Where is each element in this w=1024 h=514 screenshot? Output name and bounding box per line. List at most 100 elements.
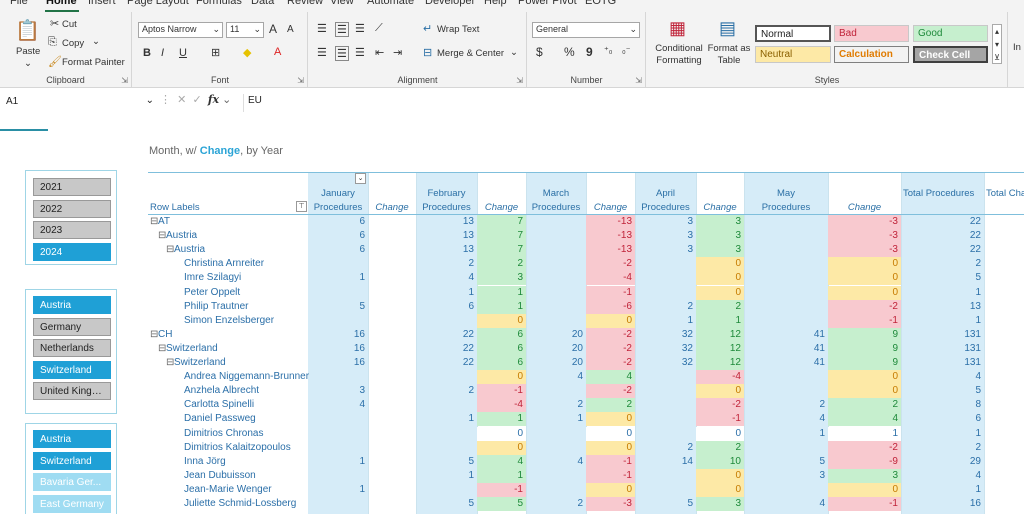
value-cell[interactable]: 5 [901, 384, 984, 398]
value-cell[interactable] [526, 215, 586, 229]
number-format-select[interactable]: General ⌄ [532, 22, 640, 38]
value-cell[interactable] [368, 356, 416, 370]
value-cell[interactable] [635, 469, 696, 483]
align-bottom-icon[interactable]: ☰ [355, 22, 365, 35]
copy-button[interactable]: Copy [62, 38, 84, 49]
value-cell[interactable] [744, 286, 828, 300]
slicer-item-2023[interactable]: 2023 [33, 221, 111, 239]
value-cell[interactable] [368, 271, 416, 285]
value-cell[interactable] [744, 215, 828, 229]
percent-button[interactable]: % [564, 45, 575, 59]
value-cell[interactable] [744, 314, 828, 328]
value-cell[interactable]: 0 [477, 426, 526, 441]
row-label[interactable]: Austria [166, 229, 197, 243]
menu-tab-developer[interactable]: Developer [425, 0, 475, 7]
value-cell[interactable]: 32 [635, 356, 696, 370]
value-cell[interactable]: 2 [696, 299, 744, 314]
value-cell[interactable] [416, 398, 477, 412]
value-cell[interactable]: -2 [828, 299, 901, 314]
value-cell[interactable]: 4 [308, 398, 368, 412]
table-row[interactable]: Dimitrios Kalaitzopoulos 0 0 2 2 -2 2 [148, 440, 1024, 455]
value-cell[interactable]: -3 [828, 243, 901, 258]
value-cell[interactable]: 9 [828, 356, 901, 370]
value-cell[interactable] [308, 427, 368, 441]
value-cell[interactable]: 4 [416, 271, 477, 285]
table-row[interactable]: ⊟ AT 6 13 7 -13 3 3 -3 22 [148, 215, 1024, 229]
style-check-cell[interactable]: Check Cell [913, 46, 988, 63]
value-cell[interactable]: -2 [586, 327, 635, 342]
slicer-item-united-kingd-[interactable]: United Kingd... [33, 382, 111, 400]
value-cell[interactable]: 1 [477, 412, 526, 427]
value-cell[interactable]: -2 [586, 356, 635, 370]
value-cell[interactable]: 0 [586, 313, 635, 328]
table-row[interactable]: Imre Szilagyi 1 4 3 -4 0 0 5 [148, 271, 1024, 286]
column-header[interactable]: Change [368, 201, 416, 214]
value-cell[interactable]: 1 [901, 314, 984, 328]
value-cell[interactable]: 3 [696, 215, 744, 229]
merge-dropdown-icon[interactable]: ⌄ [510, 47, 518, 58]
column-header[interactable]: Procedures [308, 201, 368, 214]
value-cell[interactable] [526, 243, 586, 257]
value-cell[interactable]: -3 [586, 497, 635, 511]
comma-button[interactable]: 9 [586, 45, 593, 59]
value-cell[interactable]: 20 [526, 356, 586, 370]
value-cell[interactable]: 3 [696, 229, 744, 244]
row-labels-header[interactable]: Row Labels [150, 201, 200, 215]
value-cell[interactable] [635, 427, 696, 441]
font-size-select[interactable]: 11 ⌄ [226, 22, 264, 38]
value-cell[interactable]: 8 [901, 398, 984, 412]
value-cell[interactable] [526, 427, 586, 441]
align-right-icon[interactable]: ☰ [355, 46, 365, 59]
value-cell[interactable]: -1 [586, 468, 635, 483]
value-cell[interactable]: 0 [477, 313, 526, 328]
menu-tab-automate[interactable]: Automate [367, 0, 414, 7]
value-cell[interactable]: -1 [586, 454, 635, 469]
value-cell[interactable]: 0 [586, 412, 635, 427]
pivot-table[interactable]: ⌄ January Procedures Change February Procedur… [148, 172, 1024, 514]
table-row[interactable]: Jean Dubuisson 1 1 -1 0 3 3 4 [148, 468, 1024, 483]
menu-tab-file[interactable]: File [10, 0, 28, 7]
table-row[interactable]: Daniel Passweg 1 1 1 0 -1 4 4 6 [148, 412, 1024, 427]
style-good[interactable]: Good [913, 25, 988, 42]
value-cell[interactable]: 0 [696, 285, 744, 300]
value-cell[interactable]: 1 [308, 455, 368, 469]
value-cell[interactable]: 3 [696, 497, 744, 511]
value-cell[interactable]: 7 [477, 215, 526, 229]
value-cell[interactable] [368, 300, 416, 314]
value-cell[interactable]: 12 [696, 356, 744, 370]
value-cell[interactable]: 41 [744, 356, 828, 370]
row-label[interactable]: Peter Oppelt [184, 286, 240, 300]
grow-font-button[interactable]: A [269, 22, 277, 36]
value-cell[interactable]: 20 [526, 328, 586, 342]
value-cell[interactable]: 3 [635, 215, 696, 229]
font-launcher-icon[interactable]: ⇲ [297, 76, 304, 85]
decrease-decimal-icon[interactable]: ₀⁻ [622, 45, 631, 56]
value-cell[interactable]: 4 [828, 412, 901, 427]
borders-icon[interactable]: ⊞ [211, 46, 220, 59]
value-cell[interactable]: 2 [635, 300, 696, 314]
value-cell[interactable]: 5 [744, 455, 828, 469]
column-header[interactable]: Procedures [416, 201, 477, 214]
value-cell[interactable]: 13 [416, 229, 477, 243]
value-cell[interactable]: 2 [901, 441, 984, 455]
value-cell[interactable]: 2 [416, 384, 477, 398]
value-cell[interactable] [416, 483, 477, 497]
value-cell[interactable] [308, 469, 368, 483]
value-cell[interactable]: 4 [526, 455, 586, 469]
value-cell[interactable]: -4 [586, 271, 635, 286]
value-cell[interactable]: 1 [635, 314, 696, 328]
value-cell[interactable]: 2 [635, 441, 696, 455]
value-cell[interactable]: -2 [586, 341, 635, 356]
table-row[interactable]: Dimitrios Chronas 0 0 0 1 1 1 [148, 426, 1024, 441]
value-cell[interactable]: 3 [635, 243, 696, 257]
value-cell[interactable]: 12 [696, 327, 744, 342]
paste-dropdown-icon[interactable]: ⌄ [24, 58, 32, 69]
column-header[interactable]: Procedures [635, 201, 696, 214]
copy-dropdown-icon[interactable]: ⌄ [92, 36, 100, 47]
row-label[interactable]: Philip Trautner [184, 300, 248, 314]
value-cell[interactable]: -2 [828, 440, 901, 455]
value-cell[interactable]: 41 [744, 342, 828, 356]
increase-decimal-icon[interactable]: ⁺₀ [604, 45, 613, 56]
row-label[interactable]: AT [158, 215, 170, 229]
table-row[interactable]: ⊟ Switzerland 16 22 6 20 -2 32 12 41 9 131 [148, 341, 1024, 356]
